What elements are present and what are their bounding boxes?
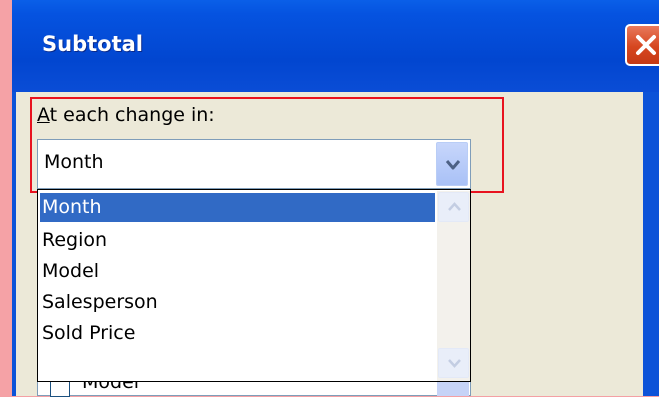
annotation-highlight-box — [30, 97, 504, 193]
title-bar[interactable]: Subtotal — [12, 0, 659, 92]
group-by-dropdown-list[interactable]: Month Region Model Salesperson Sold Pric… — [37, 189, 471, 382]
scroll-down-icon — [448, 359, 461, 368]
window-border-right — [643, 92, 659, 396]
scroll-up-button[interactable] — [438, 192, 469, 222]
dropdown-option-region[interactable]: Region — [40, 226, 435, 255]
dialog-title: Subtotal — [42, 32, 143, 56]
dropdown-option-model[interactable]: Model — [40, 257, 435, 286]
background-strip — [0, 0, 12, 396]
scroll-up-icon — [448, 202, 461, 211]
scroll-down-button[interactable] — [438, 348, 469, 378]
close-icon — [636, 35, 656, 55]
dropdown-option-salesperson[interactable]: Salesperson — [40, 288, 435, 317]
dropdown-scrollbar[interactable] — [437, 191, 470, 381]
close-button[interactable] — [625, 24, 659, 66]
dropdown-option-sold-price[interactable]: Sold Price — [40, 319, 435, 348]
dropdown-option-month[interactable]: Month — [40, 193, 435, 222]
